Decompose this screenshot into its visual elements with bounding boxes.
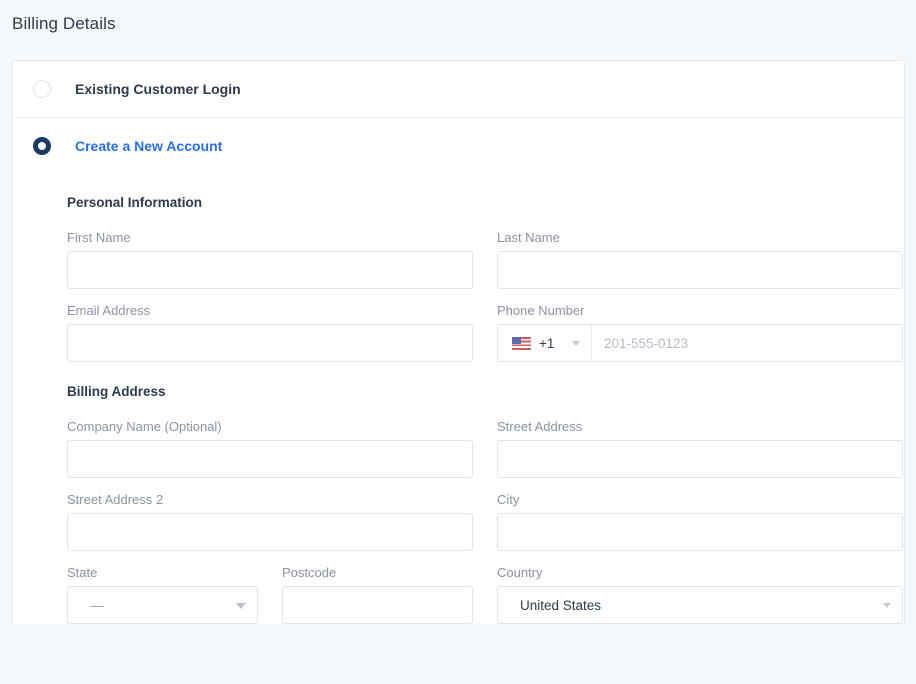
first-name-input[interactable] (67, 251, 473, 289)
account-option-label-create: Create a New Account (75, 137, 223, 154)
radio-create-account[interactable] (33, 136, 51, 155)
field-company-name: Company Name (Optional) (67, 419, 473, 478)
account-option-create-account[interactable]: Create a New Account (13, 117, 904, 173)
field-email-address: Email Address (67, 303, 473, 362)
section-title-billing-address: Billing Address (67, 384, 166, 399)
phone-dial-code: +1 (539, 335, 555, 351)
label-first-name: First Name (67, 230, 131, 245)
field-last-name: Last Name (497, 230, 903, 289)
label-company-name: Company Name (Optional) (67, 419, 222, 434)
label-postcode: Postcode (282, 565, 337, 580)
country-select-value: United States (520, 597, 602, 613)
us-flag-icon (512, 336, 531, 350)
company-name-input[interactable] (67, 440, 473, 478)
new-account-form: Personal Information First Name Last Nam… (13, 195, 904, 624)
label-street-address-2: Street Address 2 (67, 492, 164, 507)
street-address-2-input[interactable] (67, 513, 473, 551)
postcode-input[interactable] (282, 586, 473, 624)
field-state: State — (67, 565, 258, 624)
field-phone-number: Phone Number +1 (497, 303, 903, 362)
label-last-name: Last Name (497, 230, 560, 245)
phone-number-input[interactable] (592, 325, 902, 361)
billing-address-grid: Company Name (Optional) Street Address S… (67, 405, 903, 551)
label-street-address: Street Address (497, 419, 583, 434)
phone-country-selector[interactable]: +1 (498, 325, 592, 361)
label-phone-number: Phone Number (497, 303, 585, 318)
label-email-address: Email Address (67, 303, 151, 318)
section-title-personal-information: Personal Information (67, 195, 203, 210)
billing-details-card: Existing Customer Login Create a New Acc… (12, 60, 905, 624)
phone-number-group: +1 (497, 324, 903, 362)
email-address-input[interactable] (67, 324, 473, 362)
state-postcode-country-row: State — Postcode Country United States (67, 551, 903, 624)
field-country: Country United States (497, 565, 903, 624)
field-city: City (497, 492, 903, 551)
country-select[interactable]: United States (497, 586, 903, 624)
field-postcode: Postcode (282, 565, 473, 624)
radio-existing-customer[interactable] (33, 80, 51, 98)
field-street-address: Street Address (497, 419, 903, 478)
state-select[interactable]: — (67, 586, 258, 624)
chevron-down-icon (572, 341, 580, 346)
label-city: City (497, 492, 520, 507)
personal-information-grid: First Name Last Name Email Address Phone… (67, 216, 903, 362)
state-select-value: — (90, 597, 104, 613)
field-street-address-2: Street Address 2 (67, 492, 473, 551)
chevron-down-icon (236, 603, 246, 609)
last-name-input[interactable] (497, 251, 903, 289)
label-state: State (67, 565, 98, 580)
label-country: Country (497, 565, 543, 580)
street-address-input[interactable] (497, 440, 903, 478)
field-first-name: First Name (67, 230, 473, 289)
chevron-down-icon (883, 603, 891, 608)
page-title: Billing Details (12, 14, 116, 33)
account-option-label-existing: Existing Customer Login (75, 81, 241, 97)
city-input[interactable] (497, 513, 903, 551)
account-option-existing-customer[interactable]: Existing Customer Login (13, 61, 904, 117)
